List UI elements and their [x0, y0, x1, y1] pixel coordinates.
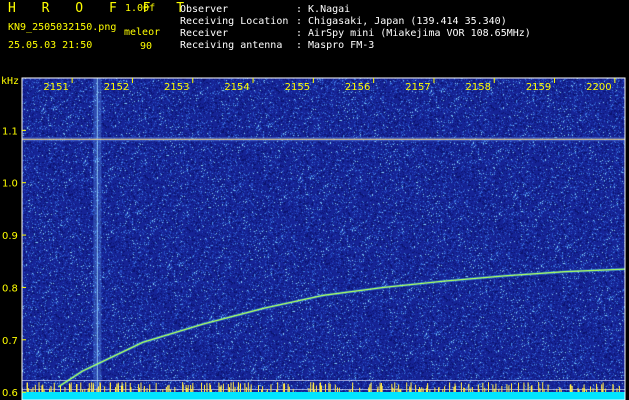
y-tick-label-1.1: 1.1: [2, 126, 18, 137]
x-tick-label-2152: 2152: [104, 82, 129, 93]
x-tick-label-2159: 2159: [526, 82, 551, 93]
x-tick-label-2154: 2154: [224, 82, 249, 93]
x-tick-label-2200: 2200: [586, 82, 611, 93]
trace-line: [57, 268, 626, 388]
plot-border: [21, 77, 626, 400]
y-tick-label-0.9: 0.9: [2, 231, 18, 242]
bottom-strip: [22, 392, 625, 400]
x-tick-label-2153: 2153: [164, 82, 189, 93]
trace-glow: [57, 267, 626, 389]
x-tick-label-2158: 2158: [466, 82, 491, 93]
y-tick-label-0.7: 0.7: [2, 336, 18, 347]
hroft-window: H R O F F T 1.00f KN9_2505032150.png mel…: [0, 0, 629, 400]
x-tick-label-2157: 2157: [405, 82, 430, 93]
x-tick-label-2151: 2151: [43, 82, 68, 93]
spectrogram-axes: 2151 2152 2153 2154 2155 2156 2157 2158 2159 2200…: [2, 77, 626, 400]
y-tick-label-0.6: 0.6: [2, 388, 18, 399]
y-tick-label-0.8: 0.8: [2, 283, 18, 294]
x-tick-label-2156: 2156: [345, 82, 370, 93]
y-tick-label-1.0: 1.0: [2, 179, 18, 190]
x-tick-label-2155: 2155: [285, 82, 310, 93]
